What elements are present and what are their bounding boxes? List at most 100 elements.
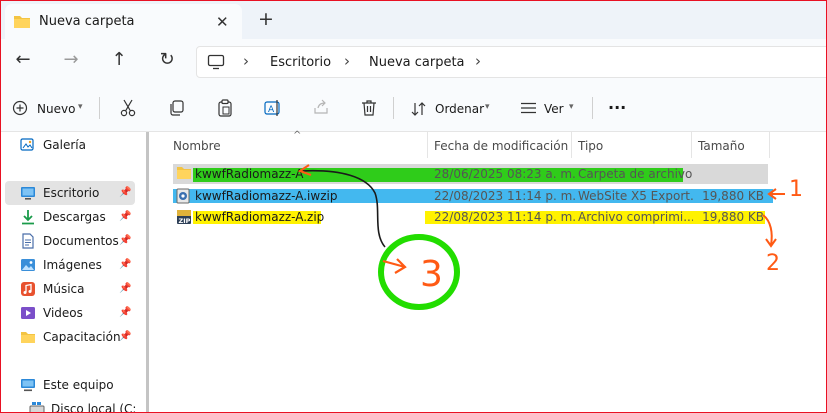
column-header-name[interactable]: Nombre xyxy=(173,139,221,153)
sidebar-item-label: Galería xyxy=(43,138,86,152)
svg-text:ZIP: ZIP xyxy=(179,217,191,225)
close-tab-icon[interactable]: ✕ xyxy=(216,13,229,31)
sidebar-item-este-equipo[interactable]: Este equipo xyxy=(1,373,139,397)
pin-icon[interactable]: 📌 xyxy=(119,331,131,342)
folder-icon xyxy=(20,329,36,348)
new-tab-button[interactable]: + xyxy=(258,8,274,30)
pin-icon[interactable]: 📌 xyxy=(119,235,131,246)
column-divider[interactable] xyxy=(769,132,770,158)
new-plus-icon[interactable] xyxy=(12,100,28,119)
share-icon[interactable] xyxy=(313,99,329,118)
toolbar-divider xyxy=(393,97,394,119)
sidebar-item-label: Capacitación F xyxy=(43,330,123,344)
cut-icon[interactable] xyxy=(120,99,136,120)
pin-icon[interactable]: 📌 xyxy=(119,259,131,270)
file-list: ^ Nombre Fecha de modificación Tipo Tama… xyxy=(151,130,826,412)
videos-icon xyxy=(20,305,36,324)
file-date: 22/08/2023 11:14 p. m. xyxy=(434,210,577,224)
pictures-icon xyxy=(20,257,36,276)
address-bar[interactable]: › Escritorio › Nueva carpeta › xyxy=(196,46,826,78)
column-divider[interactable] xyxy=(571,132,572,158)
breadcrumb-escritorio[interactable]: Escritorio xyxy=(270,55,331,70)
file-type: WebSite X5 Export... xyxy=(578,189,693,203)
toolbar-divider xyxy=(99,97,100,119)
table-row[interactable]: kwwfRadiomazz-A 28/06/2025 08:23 a. m. C… xyxy=(173,164,768,184)
column-header-type[interactable]: Tipo xyxy=(578,139,603,153)
sidebar-item-label: Escritorio xyxy=(43,186,100,200)
sidebar-item-descargas[interactable]: Descargas 📌 xyxy=(1,205,139,229)
sort-icon[interactable] xyxy=(411,101,427,120)
sidebar-item-label: Este equipo xyxy=(43,378,114,392)
sidebar-item-escritorio[interactable]: Escritorio 📌 xyxy=(5,181,135,205)
copy-icon[interactable] xyxy=(168,99,185,119)
chevron-right-icon[interactable]: › xyxy=(475,52,481,70)
up-button[interactable]: ↑ xyxy=(106,49,132,70)
sidebar-scrollbar[interactable] xyxy=(146,132,149,412)
forward-button[interactable]: → xyxy=(58,49,84,70)
pin-icon[interactable]: 📌 xyxy=(119,307,131,318)
column-divider[interactable] xyxy=(691,132,692,158)
column-divider[interactable] xyxy=(427,132,428,158)
rename-icon[interactable]: A xyxy=(264,99,282,120)
column-header-date[interactable]: Fecha de modificación xyxy=(434,139,568,153)
sidebar-item-label: Videos xyxy=(43,306,83,320)
sort-button[interactable]: Ordenar xyxy=(435,102,484,116)
gallery-icon xyxy=(20,137,36,156)
new-button[interactable]: Nuevo xyxy=(37,102,75,116)
pin-icon[interactable]: 📌 xyxy=(119,283,131,294)
table-row[interactable]: ZIP kwwfRadiomazz-A.zip 22/08/2023 11:14… xyxy=(173,207,788,227)
table-row[interactable]: kwwfRadiomazz-A.iwzip 22/08/2023 11:14 p… xyxy=(173,186,788,206)
sidebar-item-disco-local[interactable]: Disco local (C:) xyxy=(1,397,139,413)
file-name[interactable]: kwwfRadiomazz-A xyxy=(195,167,435,181)
column-header-size[interactable]: Tamaño xyxy=(698,139,745,153)
chevron-right-icon[interactable]: › xyxy=(243,52,249,70)
chevron-down-icon[interactable]: ▾ xyxy=(485,102,490,112)
folder-icon xyxy=(13,13,31,32)
command-bar: Nuevo ▾ A Ordenar ▾ Ver ▾ ··· xyxy=(1,85,826,132)
sidebar-item-label: Descargas xyxy=(43,210,106,224)
breadcrumb-nueva-carpeta[interactable]: Nueva carpeta xyxy=(369,55,465,70)
chevron-right-icon[interactable]: › xyxy=(344,52,350,70)
navigation-pane: Galería Escritorio 📌 Descargas 📌 Documen… xyxy=(1,132,141,413)
pin-icon[interactable]: 📌 xyxy=(119,187,131,198)
view-icon[interactable] xyxy=(520,102,537,117)
sidebar-item-musica[interactable]: Música 📌 xyxy=(1,277,139,301)
sidebar-item-label: Disco local (C:) xyxy=(51,402,136,413)
folder-icon xyxy=(176,166,192,183)
back-button[interactable]: ← xyxy=(10,49,36,70)
file-size: 19,880 KB xyxy=(702,210,764,224)
file-name[interactable]: kwwfRadiomazz-A.iwzip xyxy=(195,189,435,203)
toolbar-divider xyxy=(592,97,593,119)
navigation-bar: ← → ↑ ↻ › Escritorio › Nueva carpeta › xyxy=(1,39,826,85)
tab-bar: Nueva carpeta ✕ + xyxy=(1,1,826,39)
zip-file-icon: ZIP xyxy=(176,209,192,228)
view-button[interactable]: Ver xyxy=(544,102,564,116)
paste-icon[interactable] xyxy=(217,99,233,120)
sidebar-item-videos[interactable]: Videos 📌 xyxy=(1,301,139,325)
downloads-icon xyxy=(20,209,36,228)
file-type: Carpeta de archivos xyxy=(578,167,693,181)
sidebar-item-label: Música xyxy=(43,282,85,296)
sidebar-item-galeria[interactable]: Galería xyxy=(1,133,139,157)
file-name[interactable]: kwwfRadiomazz-A.zip xyxy=(195,210,435,224)
sort-ascending-icon: ^ xyxy=(293,130,302,141)
file-size: 19,880 KB xyxy=(702,189,764,203)
chevron-down-icon[interactable]: ▾ xyxy=(78,102,83,112)
monitor-icon[interactable] xyxy=(207,54,225,73)
tab-nueva-carpeta[interactable]: Nueva carpeta ✕ xyxy=(5,4,242,39)
sidebar-item-documentos[interactable]: Documentos 📌 xyxy=(1,229,139,253)
file-date: 22/08/2023 11:14 p. m. xyxy=(434,189,577,203)
refresh-button[interactable]: ↻ xyxy=(154,49,180,70)
chevron-down-icon[interactable]: ▾ xyxy=(569,102,574,112)
explorer-window: Nueva carpeta ✕ + ← → ↑ ↻ › Escritorio ›… xyxy=(0,0,827,413)
delete-icon[interactable] xyxy=(361,99,377,120)
tab-title: Nueva carpeta xyxy=(39,14,135,29)
more-options-button[interactable]: ··· xyxy=(608,98,626,117)
sidebar-item-capacitacion[interactable]: Capacitación F 📌 xyxy=(1,325,139,349)
pin-icon[interactable]: 📌 xyxy=(119,211,131,222)
computer-icon xyxy=(20,377,36,396)
sidebar-item-label: Documentos xyxy=(43,234,119,248)
annotation-number-1: 1 xyxy=(789,177,803,202)
sidebar-item-imagenes[interactable]: Imágenes 📌 xyxy=(1,253,139,277)
documents-icon xyxy=(20,233,36,252)
